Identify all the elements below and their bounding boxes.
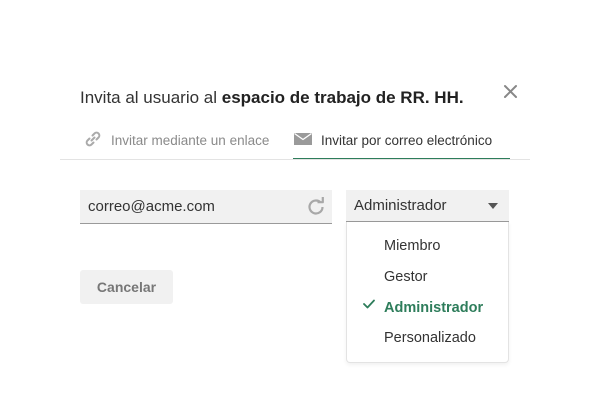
mail-icon xyxy=(294,132,312,145)
role-option-administrador[interactable]: Administrador xyxy=(384,300,483,316)
role-option-gestor[interactable]: Gestor xyxy=(384,269,428,285)
refresh-icon[interactable] xyxy=(305,196,327,218)
tab-invite-link-label: Invitar mediante un enlace xyxy=(111,133,270,148)
role-option-miembro[interactable]: Miembro xyxy=(384,238,440,254)
cancel-button[interactable]: Cancelar xyxy=(80,270,173,304)
dialog-title-prefix: Invita al usuario al xyxy=(80,88,222,107)
close-icon[interactable] xyxy=(501,82,521,102)
tab-invite-email[interactable]: Invitar por correo electrónico xyxy=(293,130,510,160)
chevron-down-icon[interactable] xyxy=(488,203,498,209)
tab-invite-link[interactable]: Invitar mediante un enlace xyxy=(83,130,269,160)
email-input[interactable] xyxy=(80,190,332,224)
tab-invite-email-label: Invitar por correo electrónico xyxy=(321,133,493,148)
link-icon xyxy=(85,131,101,147)
dialog-title-workspace: espacio de trabajo de RR. HH. xyxy=(221,88,464,107)
role-select-value: Administrador xyxy=(354,197,447,214)
role-select[interactable]: Administrador xyxy=(346,190,509,222)
role-option-personalizado[interactable]: Personalizado xyxy=(384,330,476,346)
role-dropdown-menu: Miembro Gestor Administrador Personaliza… xyxy=(346,222,509,363)
tabs-divider xyxy=(60,159,530,160)
dialog-title: Invita al usuario al espacio de trabajo … xyxy=(80,88,464,108)
check-icon xyxy=(363,299,375,309)
